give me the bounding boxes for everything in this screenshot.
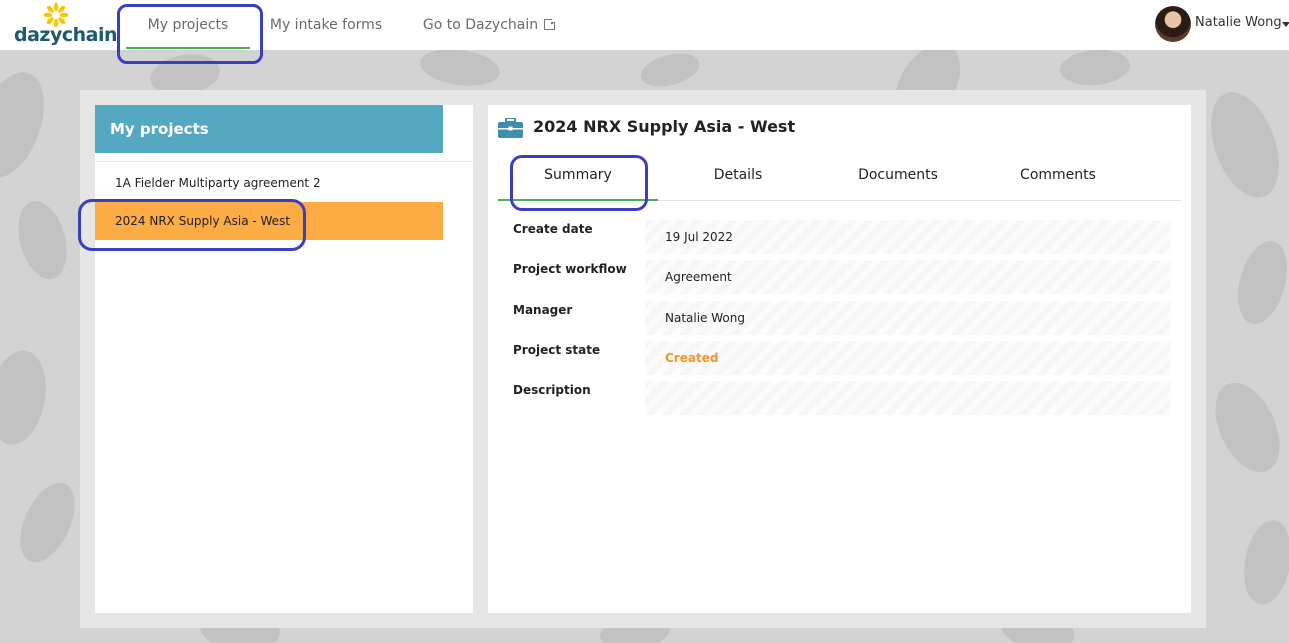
sidebar-item-project[interactable]: 1A Fielder Multiparty agreement 2 [95, 164, 443, 202]
nav-my-projects[interactable]: My projects [126, 0, 250, 50]
nav-go-to-dazychain-label: Go to Dazychain [422, 17, 539, 33]
projects-sidebar: My projects 1A Fielder Multiparty agreem… [95, 105, 473, 613]
tab-details[interactable]: Details [658, 155, 818, 200]
tab-summary[interactable]: Summary [498, 155, 658, 201]
field-value [645, 381, 1171, 415]
field-label: Create date [513, 222, 593, 236]
field-description: Description [513, 381, 1171, 415]
avatar [1155, 6, 1191, 42]
field-value: 19 Jul 2022 [645, 220, 1171, 254]
field-label: Description [513, 383, 591, 397]
project-detail-panel: 2024 NRX Supply Asia - West Summary Deta… [488, 105, 1191, 613]
nav-my-intake-forms[interactable]: My intake forms [262, 0, 390, 50]
nav-go-to-dazychain[interactable]: Go to Dazychain [414, 0, 564, 50]
field-label: Manager [513, 303, 573, 317]
field-value: Natalie Wong [645, 301, 1171, 335]
nav-my-intake-forms-label: My intake forms [269, 17, 383, 33]
tab-comments[interactable]: Comments [978, 155, 1138, 200]
project-title: 2024 NRX Supply Asia - West [533, 117, 796, 136]
briefcase-icon [498, 118, 523, 138]
field-value: Agreement [645, 260, 1171, 294]
sidebar-divider [95, 161, 473, 162]
user-menu[interactable]: Natalie Wong [1155, 5, 1289, 43]
field-label: Project workflow [513, 262, 627, 276]
tab-documents[interactable]: Documents [818, 155, 978, 200]
external-link-icon [544, 17, 558, 30]
field-label: Project state [513, 343, 601, 357]
dazychain-logo[interactable]: dazychain [14, 2, 118, 48]
tab-documents-label: Documents [858, 167, 938, 183]
sidebar-item-project-selected[interactable]: 2024 NRX Supply Asia - West [95, 202, 443, 240]
main-container: My projects 1A Fielder Multiparty agreem… [80, 90, 1206, 628]
top-navigation-bar: dazychain My projects My intake forms Go… [0, 0, 1289, 50]
tab-comments-label: Comments [1020, 167, 1096, 183]
sidebar-title: My projects [95, 105, 443, 153]
status-badge: Created [645, 341, 1171, 375]
chevron-down-icon [1282, 22, 1289, 27]
nav-my-projects-label: My projects [147, 17, 229, 33]
field-manager: Manager Natalie Wong [513, 301, 1171, 335]
tab-summary-label: Summary [544, 167, 612, 183]
field-project-workflow: Project workflow Agreement [513, 260, 1171, 294]
project-tabs: Summary Details Documents Comments [498, 155, 1181, 201]
logo-text: dazychain [14, 24, 118, 46]
tab-details-label: Details [713, 167, 763, 183]
active-tab-underline [126, 47, 250, 49]
field-project-state: Project state Created [513, 341, 1171, 375]
active-tab-underline [498, 199, 658, 201]
user-name: Natalie Wong [1195, 15, 1282, 30]
field-create-date: Create date 19 Jul 2022 [513, 220, 1171, 254]
